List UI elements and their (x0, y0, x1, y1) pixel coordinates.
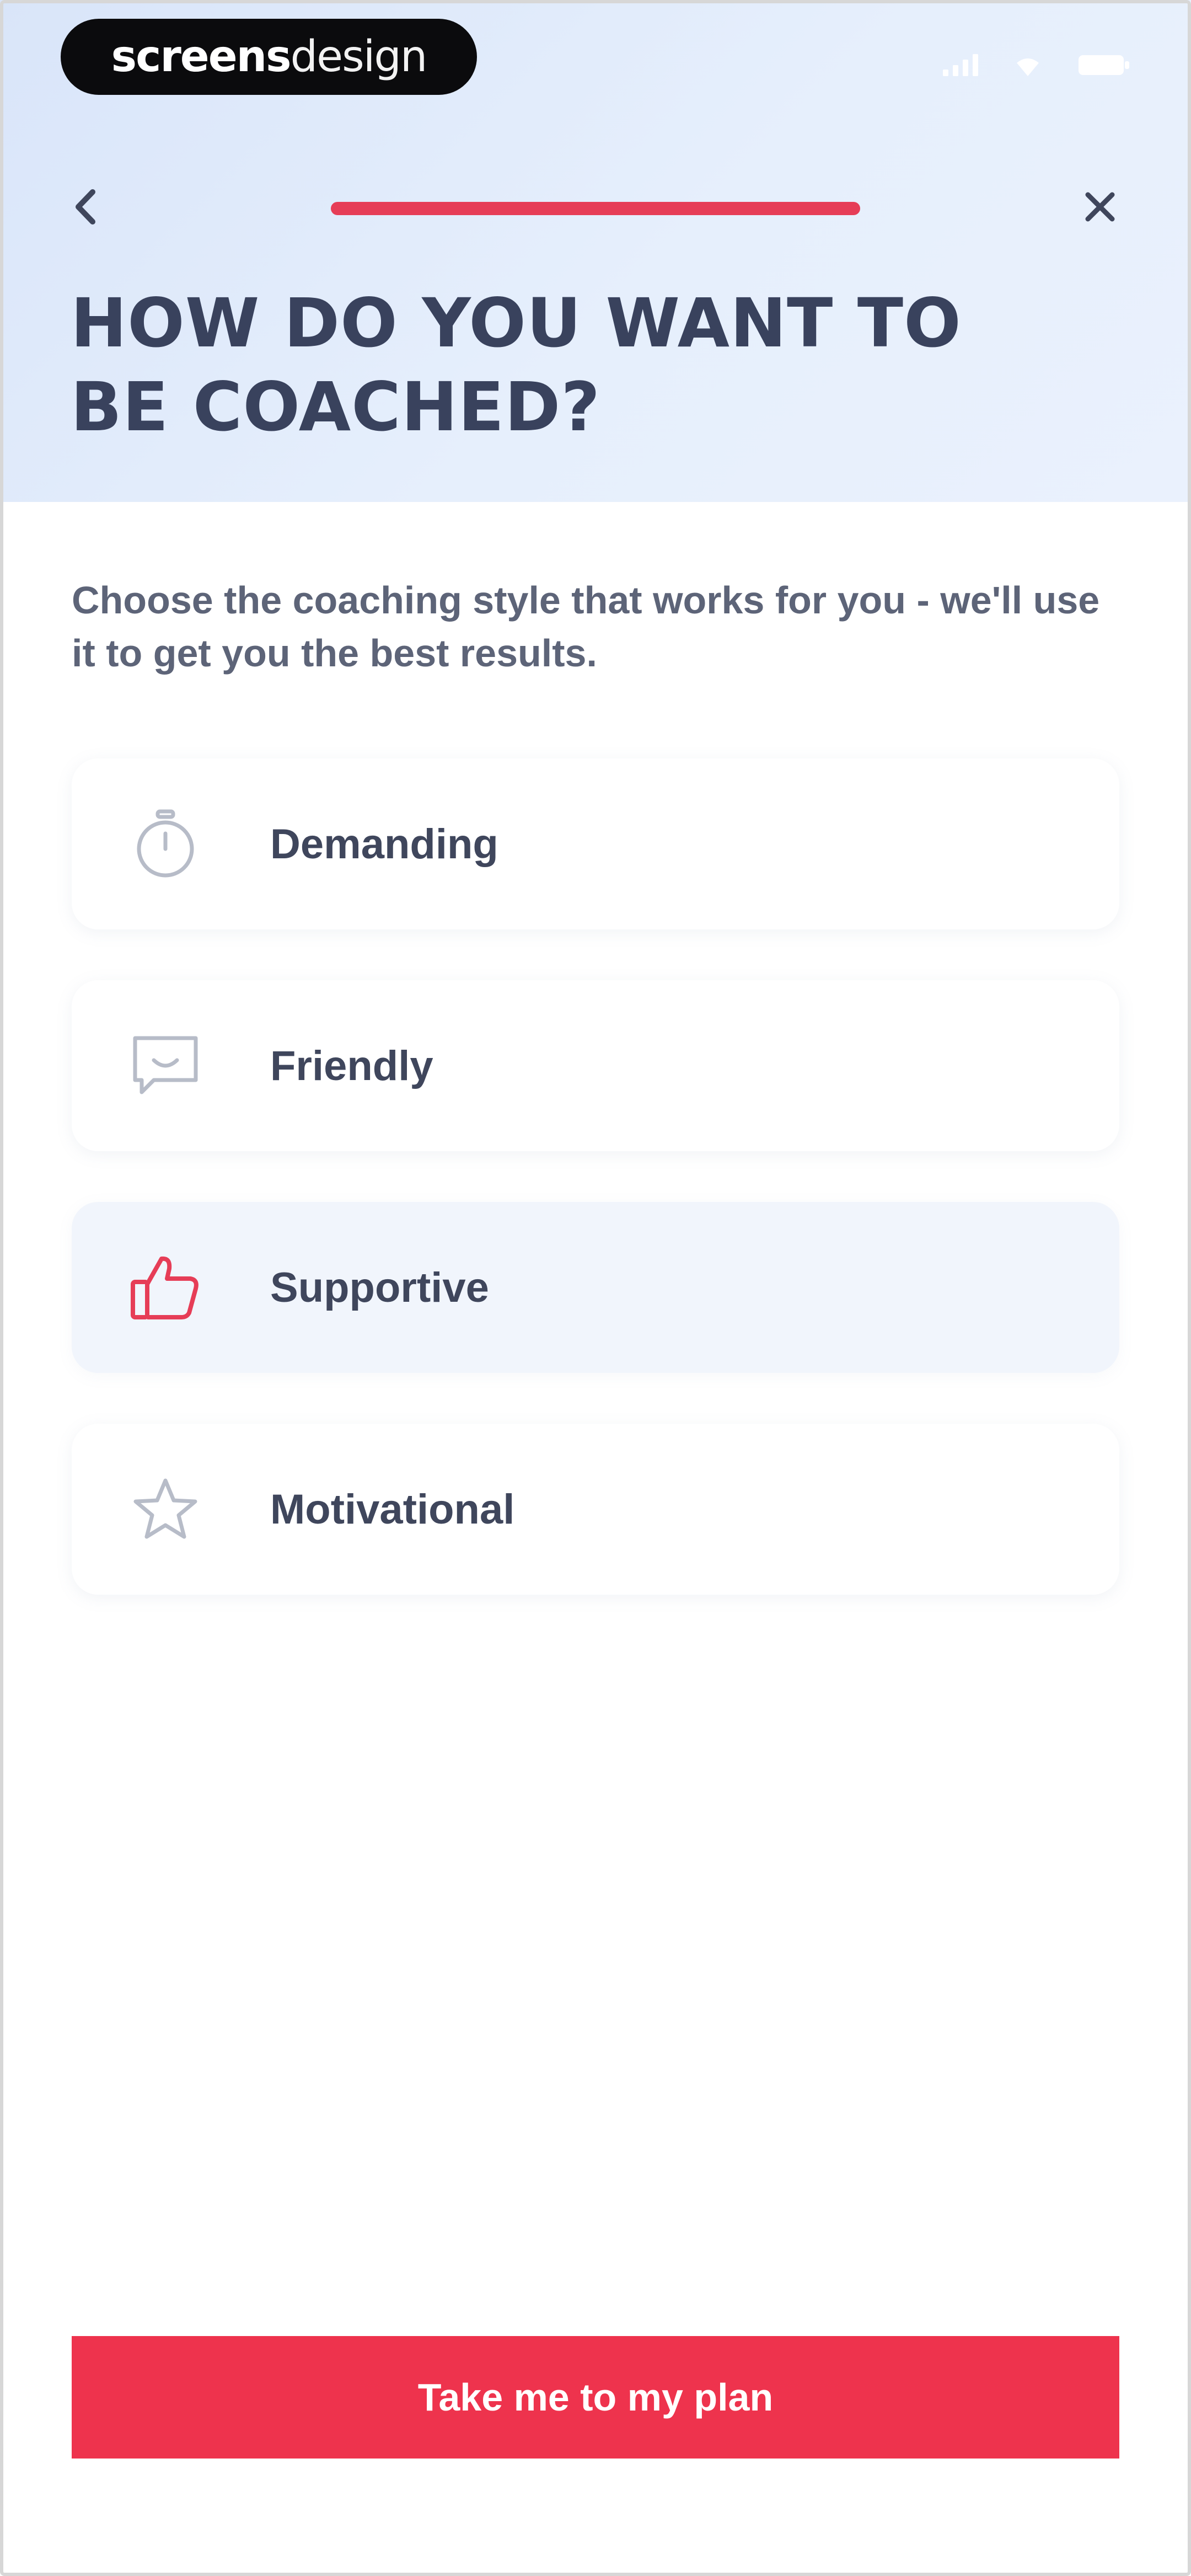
chat-smile-icon (121, 1022, 210, 1110)
stopwatch-icon (121, 800, 210, 888)
brand-name-bold: screens (111, 32, 292, 82)
option-demanding[interactable]: Demanding (72, 758, 1119, 929)
option-label: Supportive (270, 1264, 489, 1311)
progress-fill (331, 202, 860, 215)
page-title: HOW DO YOU WANT TO BE COACHED? (71, 284, 962, 446)
brand-name-thin: design (290, 32, 428, 82)
thumbs-up-icon (121, 1243, 210, 1332)
option-friendly[interactable]: Friendly (72, 980, 1119, 1151)
option-label: Motivational (270, 1485, 515, 1533)
option-label: Friendly (270, 1042, 433, 1089)
option-supportive[interactable]: Supportive (72, 1202, 1119, 1373)
close-icon (1085, 192, 1115, 222)
battery-icon (1079, 55, 1129, 75)
option-motivational[interactable]: Motivational (72, 1424, 1119, 1595)
star-icon (121, 1465, 210, 1553)
close-button[interactable] (1070, 177, 1130, 237)
back-button[interactable] (61, 177, 110, 237)
brand-logo: screens design (61, 19, 477, 95)
take-me-to-my-plan-button[interactable]: Take me to my plan (72, 2336, 1119, 2459)
intro-text: Choose the coaching style that works for… (72, 579, 1100, 675)
option-label: Demanding (270, 820, 498, 868)
status-icons (943, 53, 1130, 77)
coaching-style-options: Demanding Friendly Supportive Motivation… (72, 758, 1119, 1645)
wifi-icon (1017, 58, 1039, 76)
app-screen: screens design HOW DO YOU WANT TO BE COAC… (0, 0, 1191, 2576)
signal-icon (943, 54, 978, 76)
progress-bar (331, 202, 860, 215)
chevron-left-icon (76, 189, 95, 225)
